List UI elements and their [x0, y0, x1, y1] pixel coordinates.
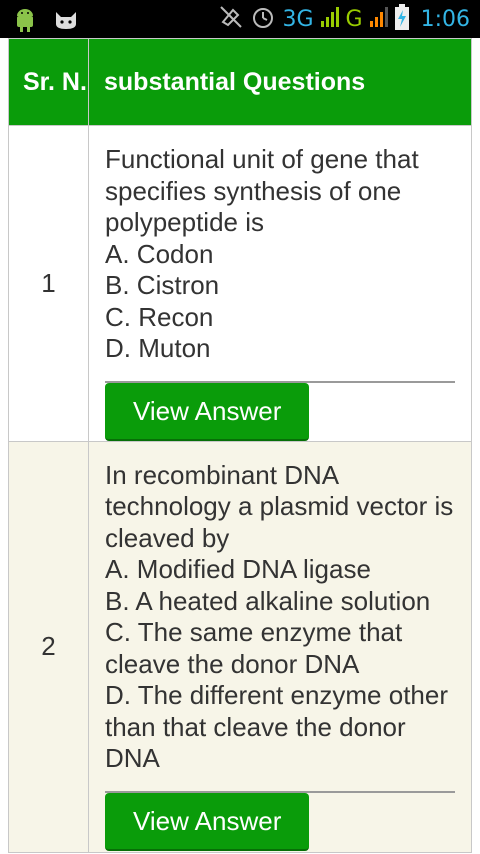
option-a: A. Codon [105, 238, 214, 269]
questions-header: substantial Questions [88, 38, 472, 126]
option-a: A. Modified DNA ligase [105, 554, 371, 584]
clock-time: 1:06 [420, 6, 470, 32]
questions-table: Sr. N. substantial Questions 1 Functiona… [8, 38, 472, 853]
serial-number-header: Sr. N. [8, 38, 89, 126]
status-bar: 3G G 1:06 [0, 0, 480, 38]
question-cell: Functional unit of gene that specifies s… [88, 125, 472, 442]
option-c: C. The same enzyme that cleave the donor… [105, 617, 403, 679]
table-row: 2 In recombinant DNA technology a plasmi… [8, 440, 472, 853]
network-g-label: G [345, 6, 363, 32]
signal-icon [320, 6, 340, 32]
option-c: C. Recon [105, 301, 214, 332]
battery-charging-icon [394, 4, 409, 34]
cat-icon [54, 10, 78, 35]
view-answer-button[interactable]: View Answer [105, 382, 310, 441]
option-b: B. A heated alkaline solution [105, 585, 431, 616]
alarm-icon [250, 4, 276, 34]
question-text: Functional unit of gene that specifies s… [105, 144, 419, 237]
option-b: B. Cistron [105, 270, 220, 300]
android-icon [14, 8, 36, 37]
option-d: D. Muton [105, 333, 211, 363]
question-text: In recombinant DNA technology a plasmid … [105, 459, 454, 553]
table-row: 1 Functional unit of gene that specifies… [8, 125, 472, 442]
mute-icon [218, 4, 244, 34]
table-header-row: Sr. N. substantial Questions [8, 38, 472, 126]
question-cell: In recombinant DNA technology a plasmid … [88, 440, 472, 853]
question-number: 2 [8, 440, 89, 853]
view-answer-button[interactable]: View Answer [105, 792, 310, 851]
question-number: 1 [8, 125, 89, 442]
option-d: D. The different enzyme other than that … [105, 680, 449, 773]
network-3g-label: 3G [282, 6, 314, 32]
signal-icon [369, 6, 389, 32]
